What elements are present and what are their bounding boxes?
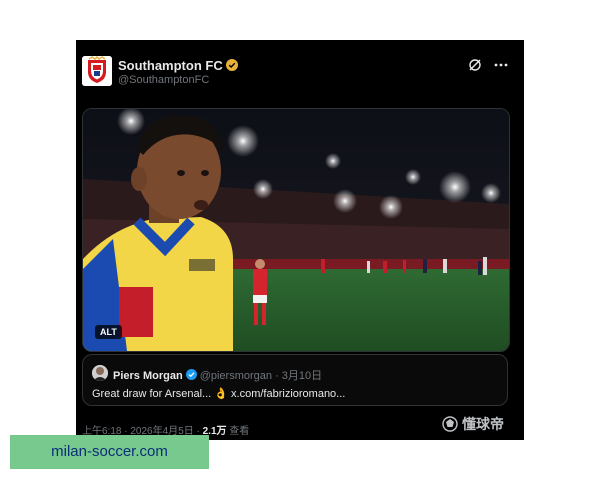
watermark-text: 懂球帝 [462, 416, 504, 432]
quoted-text: Great draw for Arsenal... 👌 x.com/fabriz… [92, 388, 346, 400]
site-badge: milan-soccer.com [10, 435, 209, 469]
quoted-author-name[interactable]: Piers Morgan [113, 370, 183, 382]
tweet-media-image[interactable]: ALT [82, 108, 510, 352]
header-actions [468, 58, 508, 72]
alt-text-badge[interactable]: ALT [95, 325, 122, 339]
grok-icon[interactable] [468, 58, 482, 72]
quoted-author-row: Piers Morgan @piersmorgan · 3月10日 [113, 367, 322, 383]
watermark: 懂球帝 [442, 414, 504, 434]
verified-badge-icon [185, 369, 197, 380]
author-name[interactable]: Southampton FC [118, 58, 223, 73]
more-options-icon[interactable] [494, 63, 508, 67]
southampton-crest-icon [82, 56, 112, 86]
stadium-photo [83, 109, 509, 351]
quoted-date[interactable]: · 3月10日 [275, 370, 322, 382]
watermark-logo-icon [442, 416, 458, 432]
author-handle[interactable]: @SouthamptonFC [118, 74, 209, 86]
views-label: 查看 [229, 426, 250, 437]
quoted-author-avatar[interactable] [92, 365, 108, 381]
quoted-tweet[interactable]: Piers Morgan @piersmorgan · 3月10日 Great d… [82, 354, 508, 406]
quoted-author-handle[interactable]: @piersmorgan [200, 370, 272, 382]
tweet-card: Southampton FC @SouthamptonFC ALT Piers … [76, 40, 524, 440]
verified-badge-icon [225, 59, 238, 71]
author-avatar[interactable] [82, 56, 112, 86]
author-name-row[interactable]: Southampton FC [118, 58, 238, 73]
